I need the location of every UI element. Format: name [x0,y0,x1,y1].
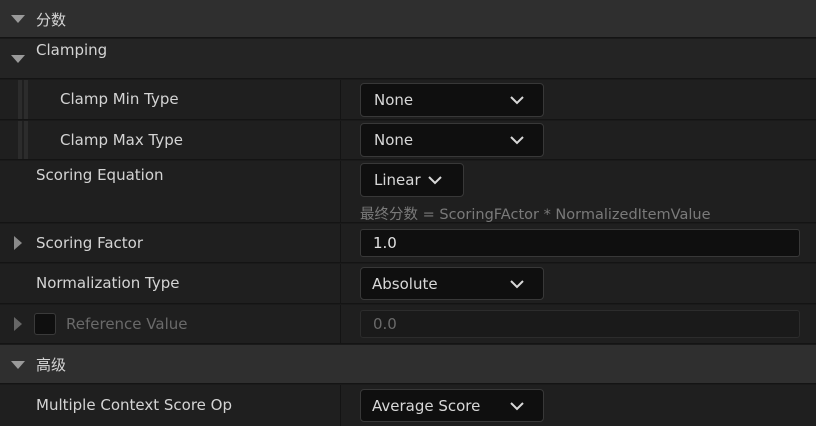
caret-down-icon[interactable] [11,55,25,63]
section-header-score[interactable]: 分数 [0,0,816,38]
normalization-type-value: Absolute [372,274,438,293]
scoring-factor-label: Scoring Factor [36,234,143,252]
section-header-advanced[interactable]: 高级 [0,345,816,384]
indent-guide [18,80,22,119]
indent-guide [24,121,28,159]
clamp-max-type-value: None [374,131,414,149]
clamp-min-type-value: None [374,91,414,109]
reference-value-override-checkbox[interactable] [34,313,56,335]
chevron-down-icon [510,279,524,288]
scoring-equation-dropdown[interactable]: Linear [360,163,464,197]
scoring-equation-row: Scoring Equation Linear 最终分数 = ScoringFA… [0,161,816,223]
section-title-score: 分数 [36,11,67,29]
multiple-context-score-op-label: Multiple Context Score Op [36,396,232,414]
multiple-context-score-op-value: Average Score [372,396,481,415]
scoring-factor-input[interactable]: 1.0 [360,229,800,257]
scoring-factor-value: 1.0 [373,234,397,252]
indent-guide [18,121,22,159]
chevron-down-icon [510,401,524,410]
reference-value-input[interactable]: 0.0 [360,310,800,338]
caret-right-icon[interactable] [14,317,22,331]
normalization-type-row: Normalization Type Absolute [0,264,816,304]
caret-down-icon[interactable] [11,15,25,23]
clamp-max-type-dropdown[interactable]: None [360,123,544,157]
clamp-max-type-label: Clamp Max Type [60,131,183,149]
scoring-equation-value: Linear [374,171,421,189]
normalization-type-dropdown[interactable]: Absolute [360,267,544,300]
multiple-context-score-op-row: Multiple Context Score Op Average Score [0,385,816,426]
section-title-advanced: 高级 [36,356,67,374]
clamp-min-type-dropdown[interactable]: None [360,83,544,117]
normalization-type-label: Normalization Type [36,274,180,292]
caret-right-icon[interactable] [14,236,22,250]
chevron-down-icon [510,96,524,105]
clamp-max-type-row: Clamp Max Type None [0,121,816,160]
chevron-down-icon [428,176,442,185]
multiple-context-score-op-dropdown[interactable]: Average Score [360,389,544,422]
chevron-down-icon [510,136,524,145]
clamping-title: Clamping [36,41,108,59]
reference-value-value: 0.0 [373,315,397,333]
reference-value-label: Reference Value [66,315,188,333]
clamping-header[interactable]: Clamping [0,39,816,79]
clamp-min-type-row: Clamp Min Type None [0,80,816,120]
indent-guide [24,80,28,119]
scoring-equation-formula: 最终分数 = ScoringFActor * NormalizedItemVal… [360,207,711,223]
scoring-factor-row: Scoring Factor 1.0 [0,224,816,263]
reference-value-row: Reference Value 0.0 [0,305,816,344]
caret-down-icon[interactable] [11,361,25,369]
clamp-min-type-label: Clamp Min Type [60,90,179,108]
scoring-equation-label: Scoring Equation [36,166,164,184]
